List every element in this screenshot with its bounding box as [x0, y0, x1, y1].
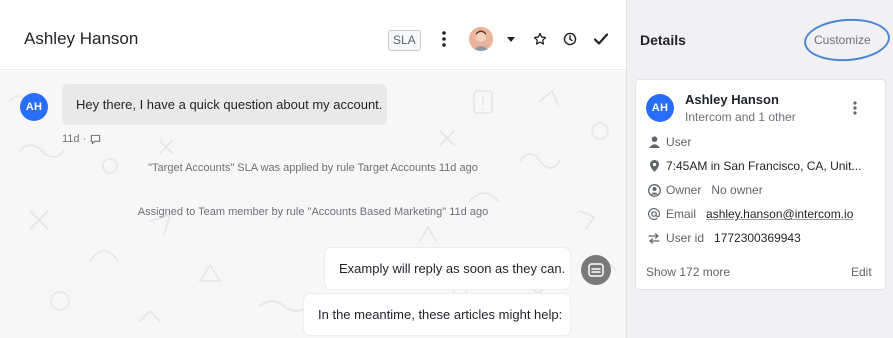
clock-icon [563, 32, 577, 46]
bot-avatar[interactable] [581, 255, 611, 285]
bot-icon [588, 263, 604, 277]
contact-location: 7:45AM in San Francisco, CA, Unit... [666, 159, 862, 173]
transfer-arrows-icon [646, 232, 662, 244]
assignee-avatar[interactable] [469, 27, 493, 51]
contact-card: AH Ashley Hanson Intercom and 1 other Us… [635, 79, 886, 290]
owner-icon [646, 183, 662, 197]
edit-link[interactable]: Edit [851, 265, 872, 279]
conversation-title: Ashley Hanson [24, 29, 139, 48]
bot-articles-text: In the meantime, these articles might he… [318, 307, 563, 322]
details-title: Details [640, 32, 686, 48]
owner-value[interactable]: No owner [711, 183, 762, 197]
contact-role-row: User [646, 133, 691, 151]
location-pin-icon [646, 160, 662, 172]
message-thread[interactable]: AH Hey there, I have a quick question ab… [0, 71, 626, 338]
contact-role: User [666, 135, 692, 149]
bot-reply-text: Examply will reply as soon as they can. [339, 261, 566, 276]
more-vertical-icon [442, 31, 446, 47]
more-options-button[interactable] [432, 26, 456, 52]
details-pane: Details Customize AH Ashley Hanson Inter… [626, 0, 893, 338]
message-meta: 11d · [62, 133, 101, 145]
chevron-down-icon [507, 36, 515, 42]
contact-name[interactable]: Ashley Hanson [685, 92, 779, 107]
assignee-dropdown-button[interactable] [499, 26, 523, 52]
contact-owner-row: Owner No owner [646, 181, 763, 199]
contact-avatar[interactable]: AH [646, 94, 674, 122]
person-icon [646, 136, 662, 148]
more-vertical-icon [853, 101, 857, 115]
contact-more-button[interactable] [848, 98, 862, 118]
bot-articles-message: In the meantime, these articles might he… [304, 294, 570, 335]
sla-applied-event: "Target Accounts" SLA was applied by rul… [148, 162, 478, 174]
contact-email-row: Email ashley.hanson@intercom.io [646, 205, 853, 223]
conversation-header: Ashley Hanson SLA [0, 0, 626, 70]
snooze-button[interactable] [558, 26, 582, 52]
sla-badge[interactable]: SLA [388, 30, 421, 51]
customer-message: Hey there, I have a quick question about… [62, 84, 387, 125]
email-label: Email [666, 207, 697, 221]
customer-avatar[interactable]: AH [20, 93, 48, 121]
message-text: Hey there, I have a quick question about… [76, 97, 383, 112]
star-button[interactable] [528, 26, 552, 52]
seen-receipt-icon [91, 134, 101, 144]
owner-label: Owner [666, 183, 702, 197]
close-conversation-button[interactable] [589, 26, 613, 52]
show-more-link[interactable]: Show 172 more [646, 265, 730, 279]
userid-label: User id [666, 231, 705, 245]
customize-button[interactable]: Customize [814, 33, 871, 47]
contact-company[interactable]: Intercom and 1 other [685, 110, 796, 124]
person-photo-icon [469, 27, 493, 51]
conversation-pane: Ashley Hanson SLA AH Hey there, I have a… [0, 0, 626, 338]
contact-userid-row: User id 1772300369943 [646, 229, 801, 247]
contact-location-row: 7:45AM in San Francisco, CA, Unit... [646, 157, 861, 175]
bot-reply-message: Examply will reply as soon as they can. [325, 248, 570, 289]
userid-value[interactable]: 1772300369943 [714, 231, 801, 245]
at-sign-icon [646, 208, 662, 220]
assignment-event: Assigned to Team member by rule "Account… [137, 206, 489, 218]
email-value[interactable]: ashley.hanson@intercom.io [706, 207, 853, 221]
star-icon [533, 32, 547, 45]
message-timestamp: 11d · [62, 133, 87, 145]
details-header: Details Customize [627, 0, 893, 70]
check-icon [594, 33, 608, 45]
